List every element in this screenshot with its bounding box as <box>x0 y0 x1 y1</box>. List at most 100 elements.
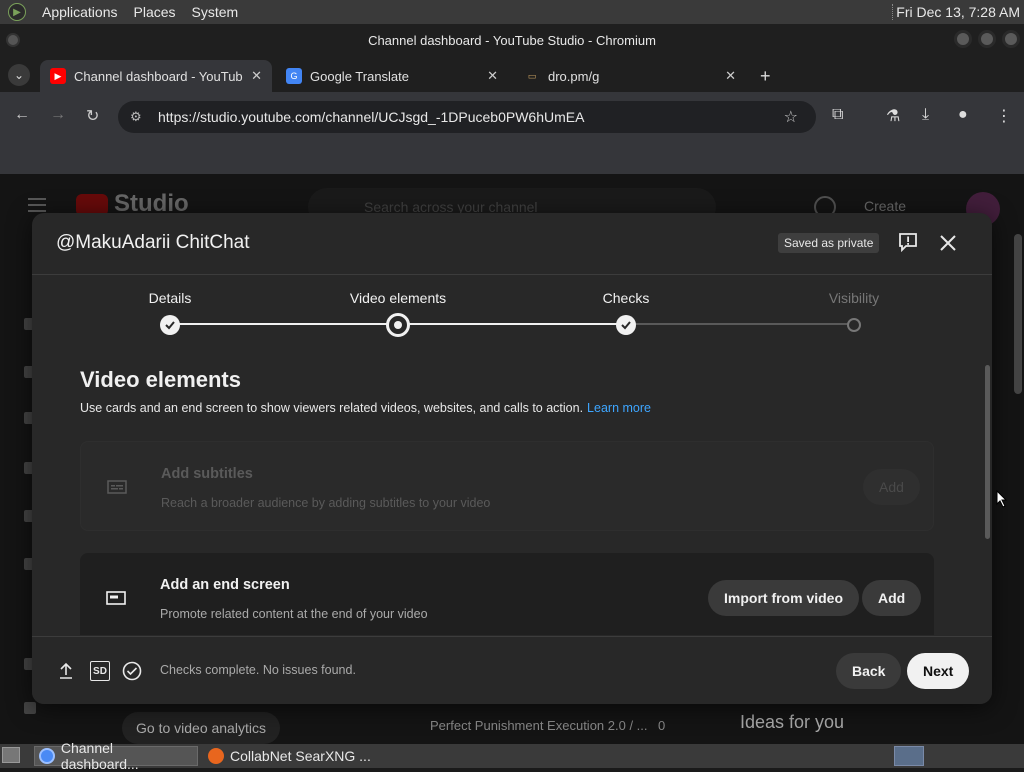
section-description-text: Use cards and an end screen to show view… <box>80 401 584 415</box>
dialog-title: @MakuAdarii ChitChat <box>56 232 250 253</box>
dialog-content: Video elements Use cards and an end scre… <box>32 355 992 635</box>
end-screen-icon <box>106 591 126 605</box>
site-info-icon[interactable]: ⚙ <box>130 109 148 125</box>
tab-dro-pm[interactable]: ▭ dro.pm/g ✕ <box>514 60 746 92</box>
download-icon[interactable]: ⤓ <box>922 106 929 124</box>
back-arrow-icon[interactable]: ← <box>14 106 30 124</box>
subtitles-icon <box>107 480 127 494</box>
section-title: Video elements <box>80 367 241 392</box>
video-count: 0 <box>658 718 666 733</box>
window-titlebar: Channel dashboard - YouTube Studio - Chr… <box>0 24 1024 56</box>
upload-stepper: Details Video elements Checks Visibility <box>32 275 992 355</box>
window-menu-icon[interactable] <box>6 33 20 47</box>
separator <box>892 4 894 20</box>
clock[interactable]: Fri Dec 13, 7:28 AM <box>896 4 1020 20</box>
tab-title: Channel dashboard - YouTub <box>74 68 243 84</box>
stepper-line-pending <box>630 323 852 325</box>
tab-channel-dashboard[interactable]: ▶ Channel dashboard - YouTub ✕ <box>40 60 272 92</box>
firefox-icon <box>208 748 224 764</box>
bookmark-bar <box>0 142 1024 174</box>
add-end-screen-description: Promote related content at the end of yo… <box>160 607 428 621</box>
close-icon[interactable] <box>938 233 958 253</box>
sd-quality-icon[interactable]: SD <box>90 661 110 681</box>
dashboard-bottom: Go to video analytics Perfect Punishment… <box>0 704 1024 744</box>
checks-status-text: Checks complete. No issues found. <box>160 663 356 677</box>
tab-title: Google Translate <box>310 68 410 84</box>
new-tab-button[interactable]: + <box>760 66 771 87</box>
google-translate-icon: G <box>286 68 302 84</box>
step-video-elements-label[interactable]: Video elements <box>350 290 446 306</box>
tab-google-translate[interactable]: G Google Translate ✕ <box>276 60 508 92</box>
step-details-label[interactable]: Details <box>149 290 192 306</box>
workspace-switcher-icon[interactable] <box>894 746 924 766</box>
add-subtitles-description: Reach a broader audience by adding subti… <box>161 496 491 510</box>
tab-close-icon[interactable]: ✕ <box>251 68 262 84</box>
add-subtitles-title: Add subtitles <box>161 466 253 482</box>
tab-close-icon[interactable]: ✕ <box>725 68 736 84</box>
taskbar-item-label: Channel dashboard... <box>60 740 139 772</box>
content-scrollbar[interactable] <box>985 365 990 539</box>
add-end-screen-title: Add an end screen <box>160 577 290 593</box>
bookmark-star-icon[interactable]: ☆ <box>784 107 798 127</box>
next-button[interactable]: Next <box>907 653 970 689</box>
extensions-icon[interactable]: ⧉ <box>832 106 843 124</box>
tab-search-chevron-icon[interactable]: ⌄ <box>8 64 30 86</box>
os-logo-icon[interactable]: ▶ <box>8 3 26 21</box>
taskbar-item-label: CollabNet SearXNG ... <box>230 748 371 764</box>
window-controls <box>954 30 1020 48</box>
step-details-check-icon[interactable] <box>160 315 180 335</box>
maximize-button[interactable] <box>978 30 996 48</box>
step-video-elements-current-icon[interactable] <box>386 313 410 337</box>
back-button[interactable]: Back <box>836 653 902 689</box>
video-title[interactable]: Perfect Punishment Execution 2.0 / ... <box>430 718 648 733</box>
tab-title: dro.pm/g <box>548 68 600 84</box>
feedback-icon[interactable] <box>898 232 918 252</box>
add-end-screen-card: Add an end screen Promote related conten… <box>80 553 934 635</box>
window-title: Channel dashboard - YouTube Studio - Chr… <box>368 32 656 48</box>
menu-applications[interactable]: Applications <box>42 4 118 20</box>
checks-complete-icon[interactable] <box>122 661 142 681</box>
browser-toolbar: ← → ↻ ⚙ https://studio.youtube.com/chann… <box>0 92 1024 142</box>
dialog-footer: SD Checks complete. No issues found. Bac… <box>32 636 992 704</box>
add-subtitles-button[interactable]: Add <box>863 469 920 505</box>
menu-system[interactable]: System <box>192 4 239 20</box>
upload-dialog: @MakuAdarii ChitChat Saved as private De… <box>32 213 992 704</box>
ideas-heading: Ideas for you <box>740 712 845 732</box>
learn-more-link[interactable]: Learn more <box>587 401 651 415</box>
menu-places[interactable]: Places <box>134 4 176 20</box>
close-window-button[interactable] <box>1002 30 1020 48</box>
step-checks-label[interactable]: Checks <box>603 290 650 306</box>
reload-icon[interactable]: ↻ <box>86 106 99 126</box>
address-bar[interactable]: ⚙ https://studio.youtube.com/channel/UCJ… <box>118 101 816 133</box>
add-subtitles-card: Add subtitles Reach a broader audience b… <box>80 441 934 531</box>
status-badge: Saved as private <box>778 233 880 253</box>
os-taskbar: Channel dashboard... CollabNet SearXNG .… <box>0 740 1024 772</box>
import-from-video-button[interactable]: Import from video <box>708 580 860 616</box>
step-visibility-pending-icon[interactable] <box>847 318 861 332</box>
mouse-cursor-icon <box>996 490 1008 508</box>
step-visibility-label[interactable]: Visibility <box>829 290 879 306</box>
url-text[interactable]: https://studio.youtube.com/channel/UCJsg… <box>158 109 584 125</box>
add-end-screen-button[interactable]: Add <box>862 580 922 616</box>
section-description: Use cards and an end screen to show view… <box>80 401 651 415</box>
show-desktop-icon[interactable] <box>2 747 20 763</box>
menu-kebab-icon[interactable]: ⋮ <box>996 106 1012 126</box>
youtube-studio-icon: ▶ <box>50 68 66 84</box>
tab-close-icon[interactable]: ✕ <box>487 68 498 84</box>
minimize-button[interactable] <box>954 30 972 48</box>
dialog-header: @MakuAdarii ChitChat Saved as private <box>32 213 992 275</box>
os-menu-bar: ▶ Applications Places System Fri Dec 13,… <box>0 0 1024 24</box>
taskbar-item-chromium[interactable]: Channel dashboard... <box>34 740 198 772</box>
forward-arrow-icon[interactable]: → <box>50 106 66 124</box>
taskbar-item-firefox[interactable]: CollabNet SearXNG ... <box>204 746 384 766</box>
step-checks-check-icon[interactable] <box>616 315 636 335</box>
chromium-icon <box>39 748 55 764</box>
folder-icon: ▭ <box>527 70 537 81</box>
create-button[interactable]: Create <box>864 198 906 214</box>
profile-icon[interactable]: ● <box>958 106 968 124</box>
upload-icon[interactable] <box>58 661 74 681</box>
labs-flask-icon[interactable]: ⚗ <box>886 106 900 126</box>
hamburger-menu-icon[interactable] <box>28 198 46 212</box>
page-scrollbar[interactable] <box>1014 234 1022 394</box>
tab-strip: ⌄ ▶ Channel dashboard - YouTub ✕ G Googl… <box>0 56 1024 92</box>
